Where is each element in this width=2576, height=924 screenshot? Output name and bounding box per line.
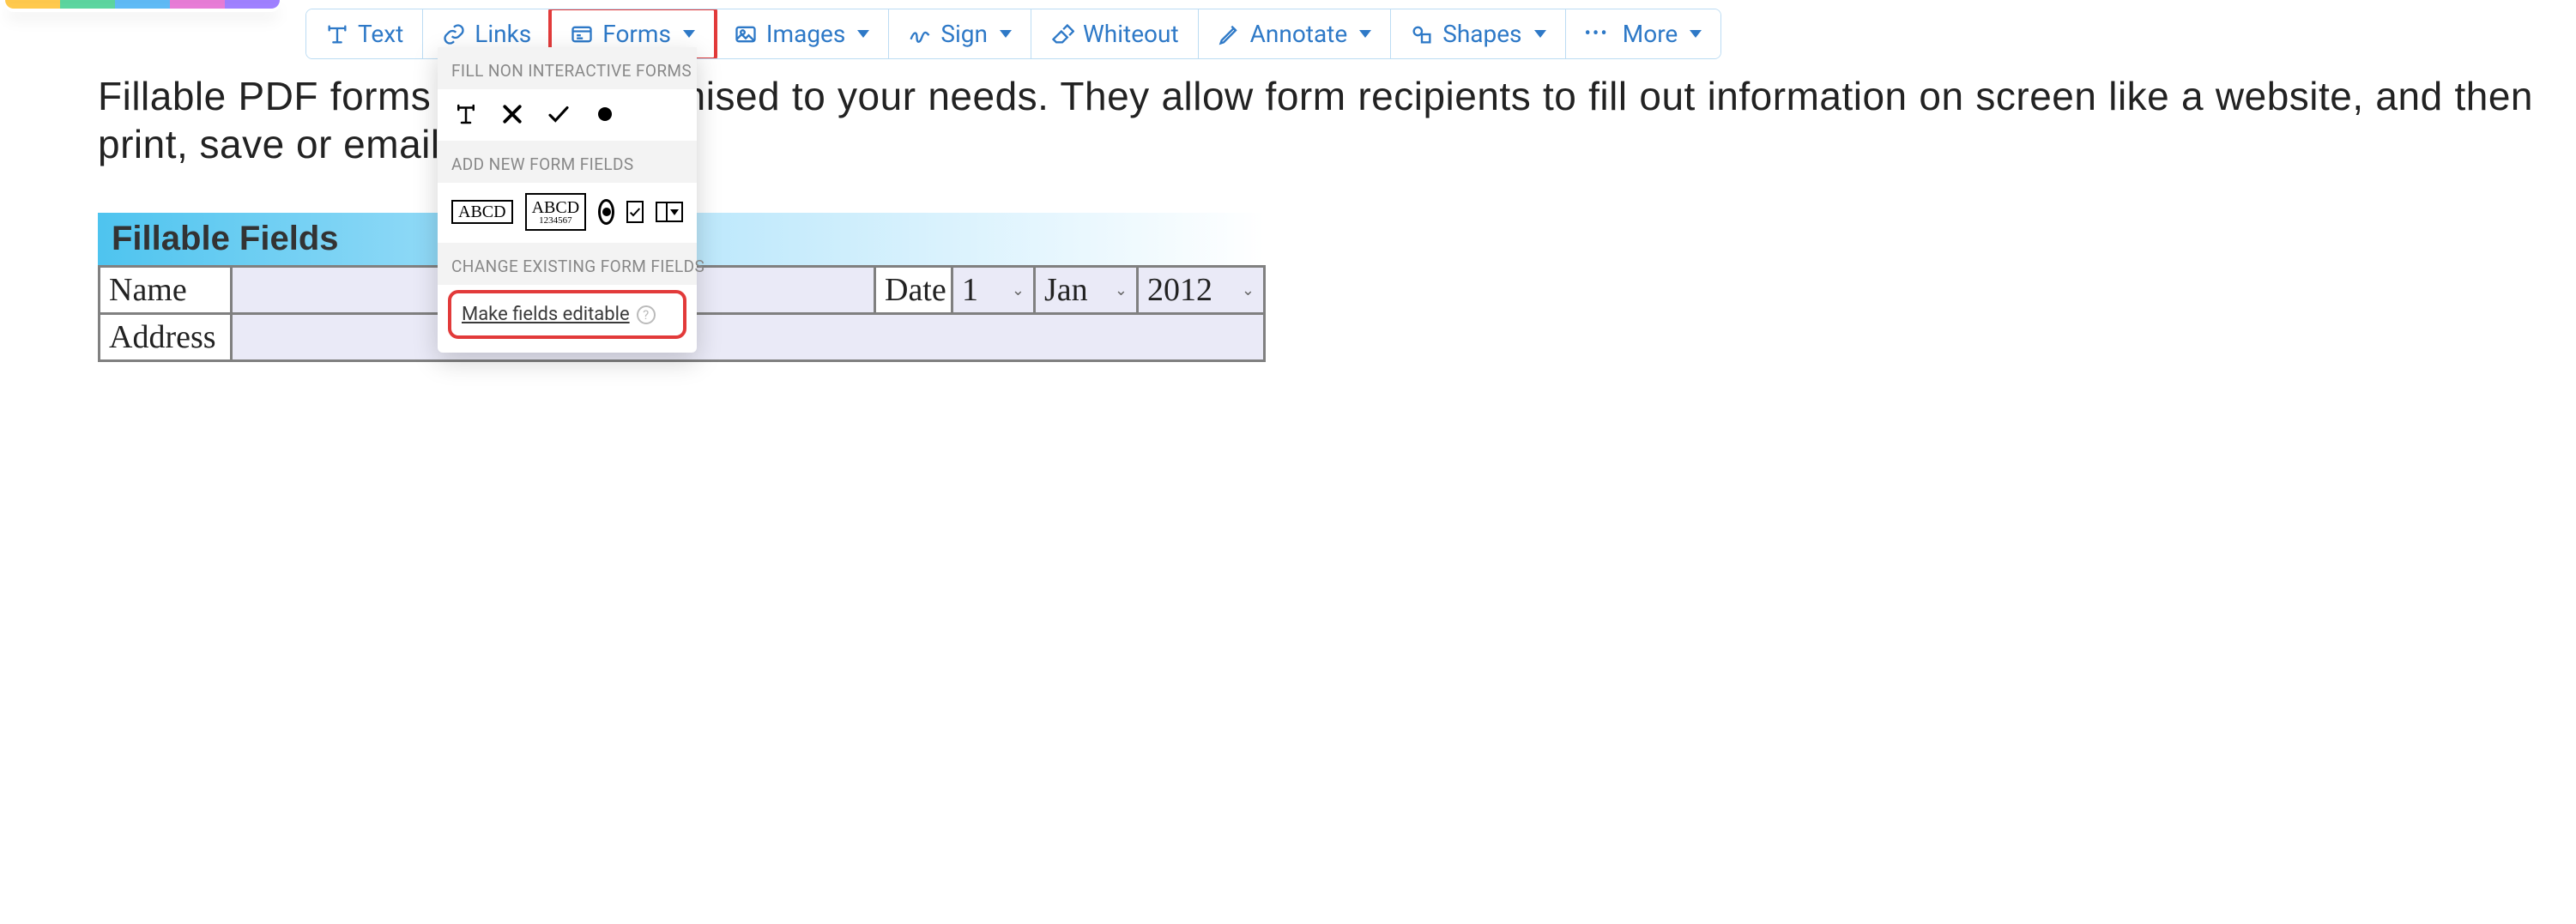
thumb-sub-label: 1234567 bbox=[539, 216, 572, 226]
dropdown-group-add-title: ADD NEW FORM FIELDS bbox=[438, 141, 697, 183]
fill-check-tool[interactable] bbox=[544, 100, 573, 129]
tool-annotate[interactable]: Annotate bbox=[1199, 9, 1392, 58]
brand-logo-block: WWW.UPDF.COM bbox=[5, 0, 280, 9]
caret-down-icon bbox=[1000, 30, 1012, 38]
add-textarea-thumb[interactable]: ABCD 1234567 bbox=[525, 193, 587, 231]
date-month-select[interactable]: Jan ⌄ bbox=[1035, 267, 1138, 314]
tool-forms-label: Forms bbox=[602, 20, 671, 48]
date-year-value: 2012 bbox=[1147, 271, 1212, 309]
tool-text-label: Text bbox=[358, 20, 403, 48]
date-month-value: Jan bbox=[1044, 271, 1088, 309]
tool-whiteout-label: Whiteout bbox=[1083, 20, 1179, 48]
tool-sign[interactable]: Sign bbox=[889, 9, 1031, 58]
form-icon bbox=[570, 22, 594, 46]
make-fields-editable-link[interactable]: Make fields editable bbox=[462, 304, 630, 325]
pencil-icon bbox=[1218, 22, 1242, 46]
caret-down-icon bbox=[1534, 30, 1546, 38]
tool-sign-label: Sign bbox=[940, 20, 988, 48]
date-day-value: 1 bbox=[962, 271, 978, 309]
address-input-cell[interactable] bbox=[232, 314, 1265, 361]
tool-images[interactable]: Images bbox=[715, 9, 889, 58]
dropdown-group-change-title: CHANGE EXISTING FORM FIELDS bbox=[438, 243, 697, 285]
thumb-abcd-label2: ABCD bbox=[532, 199, 580, 216]
date-day-select[interactable]: 1⌄ bbox=[952, 267, 1035, 314]
image-icon bbox=[734, 22, 758, 46]
more-dots-icon: ••• bbox=[1585, 23, 1609, 45]
sign-icon bbox=[908, 22, 932, 46]
eraser-icon bbox=[1050, 22, 1074, 46]
tool-links-label: Links bbox=[475, 20, 531, 48]
add-textfield-thumb[interactable]: ABCD bbox=[451, 200, 513, 224]
shapes-icon bbox=[1410, 22, 1434, 46]
fill-text-tool[interactable] bbox=[451, 100, 481, 129]
tool-whiteout[interactable]: Whiteout bbox=[1031, 9, 1199, 58]
caret-down-icon bbox=[1690, 30, 1702, 38]
make-editable-row: Make fields editable ? bbox=[448, 290, 686, 339]
tool-more[interactable]: ••• More bbox=[1566, 9, 1721, 58]
name-label-cell: Name bbox=[100, 267, 232, 314]
help-icon[interactable]: ? bbox=[637, 305, 656, 324]
add-combobox-thumb[interactable] bbox=[656, 202, 683, 222]
chevron-down-icon: ⌄ bbox=[1242, 281, 1255, 299]
add-radio-thumb[interactable] bbox=[598, 199, 614, 225]
brand-color-bar bbox=[5, 0, 280, 9]
chevron-down-icon: ⌄ bbox=[1115, 281, 1128, 299]
add-checkbox-thumb[interactable] bbox=[626, 201, 644, 223]
fill-dot-tool[interactable] bbox=[590, 100, 620, 129]
date-year-select[interactable]: 2012 ⌄ bbox=[1138, 267, 1265, 314]
caret-down-icon bbox=[857, 30, 869, 38]
fill-cross-tool[interactable] bbox=[498, 100, 527, 129]
dropdown-fill-row bbox=[438, 89, 697, 141]
address-label-cell: Address bbox=[100, 314, 232, 361]
link-icon bbox=[442, 22, 466, 46]
tool-annotate-label: Annotate bbox=[1250, 20, 1348, 48]
tool-text[interactable]: Text bbox=[306, 9, 423, 58]
tool-more-label: More bbox=[1623, 20, 1678, 48]
thumb-abcd-label: ABCD bbox=[458, 203, 506, 220]
text-icon bbox=[325, 22, 349, 46]
tool-shapes[interactable]: Shapes bbox=[1391, 9, 1565, 58]
forms-dropdown: FILL NON INTERACTIVE FORMS ADD NEW FORM … bbox=[438, 47, 697, 353]
chevron-down-icon: ⌄ bbox=[1012, 281, 1025, 299]
date-label-cell: Date bbox=[875, 267, 952, 314]
dropdown-group-fill-title: FILL NON INTERACTIVE FORMS bbox=[438, 47, 697, 89]
tool-images-label: Images bbox=[766, 20, 845, 48]
tool-shapes-label: Shapes bbox=[1442, 20, 1521, 48]
caret-down-icon bbox=[1359, 30, 1371, 38]
caret-down-icon bbox=[683, 30, 695, 38]
dropdown-add-row: ABCD ABCD 1234567 bbox=[438, 183, 697, 243]
